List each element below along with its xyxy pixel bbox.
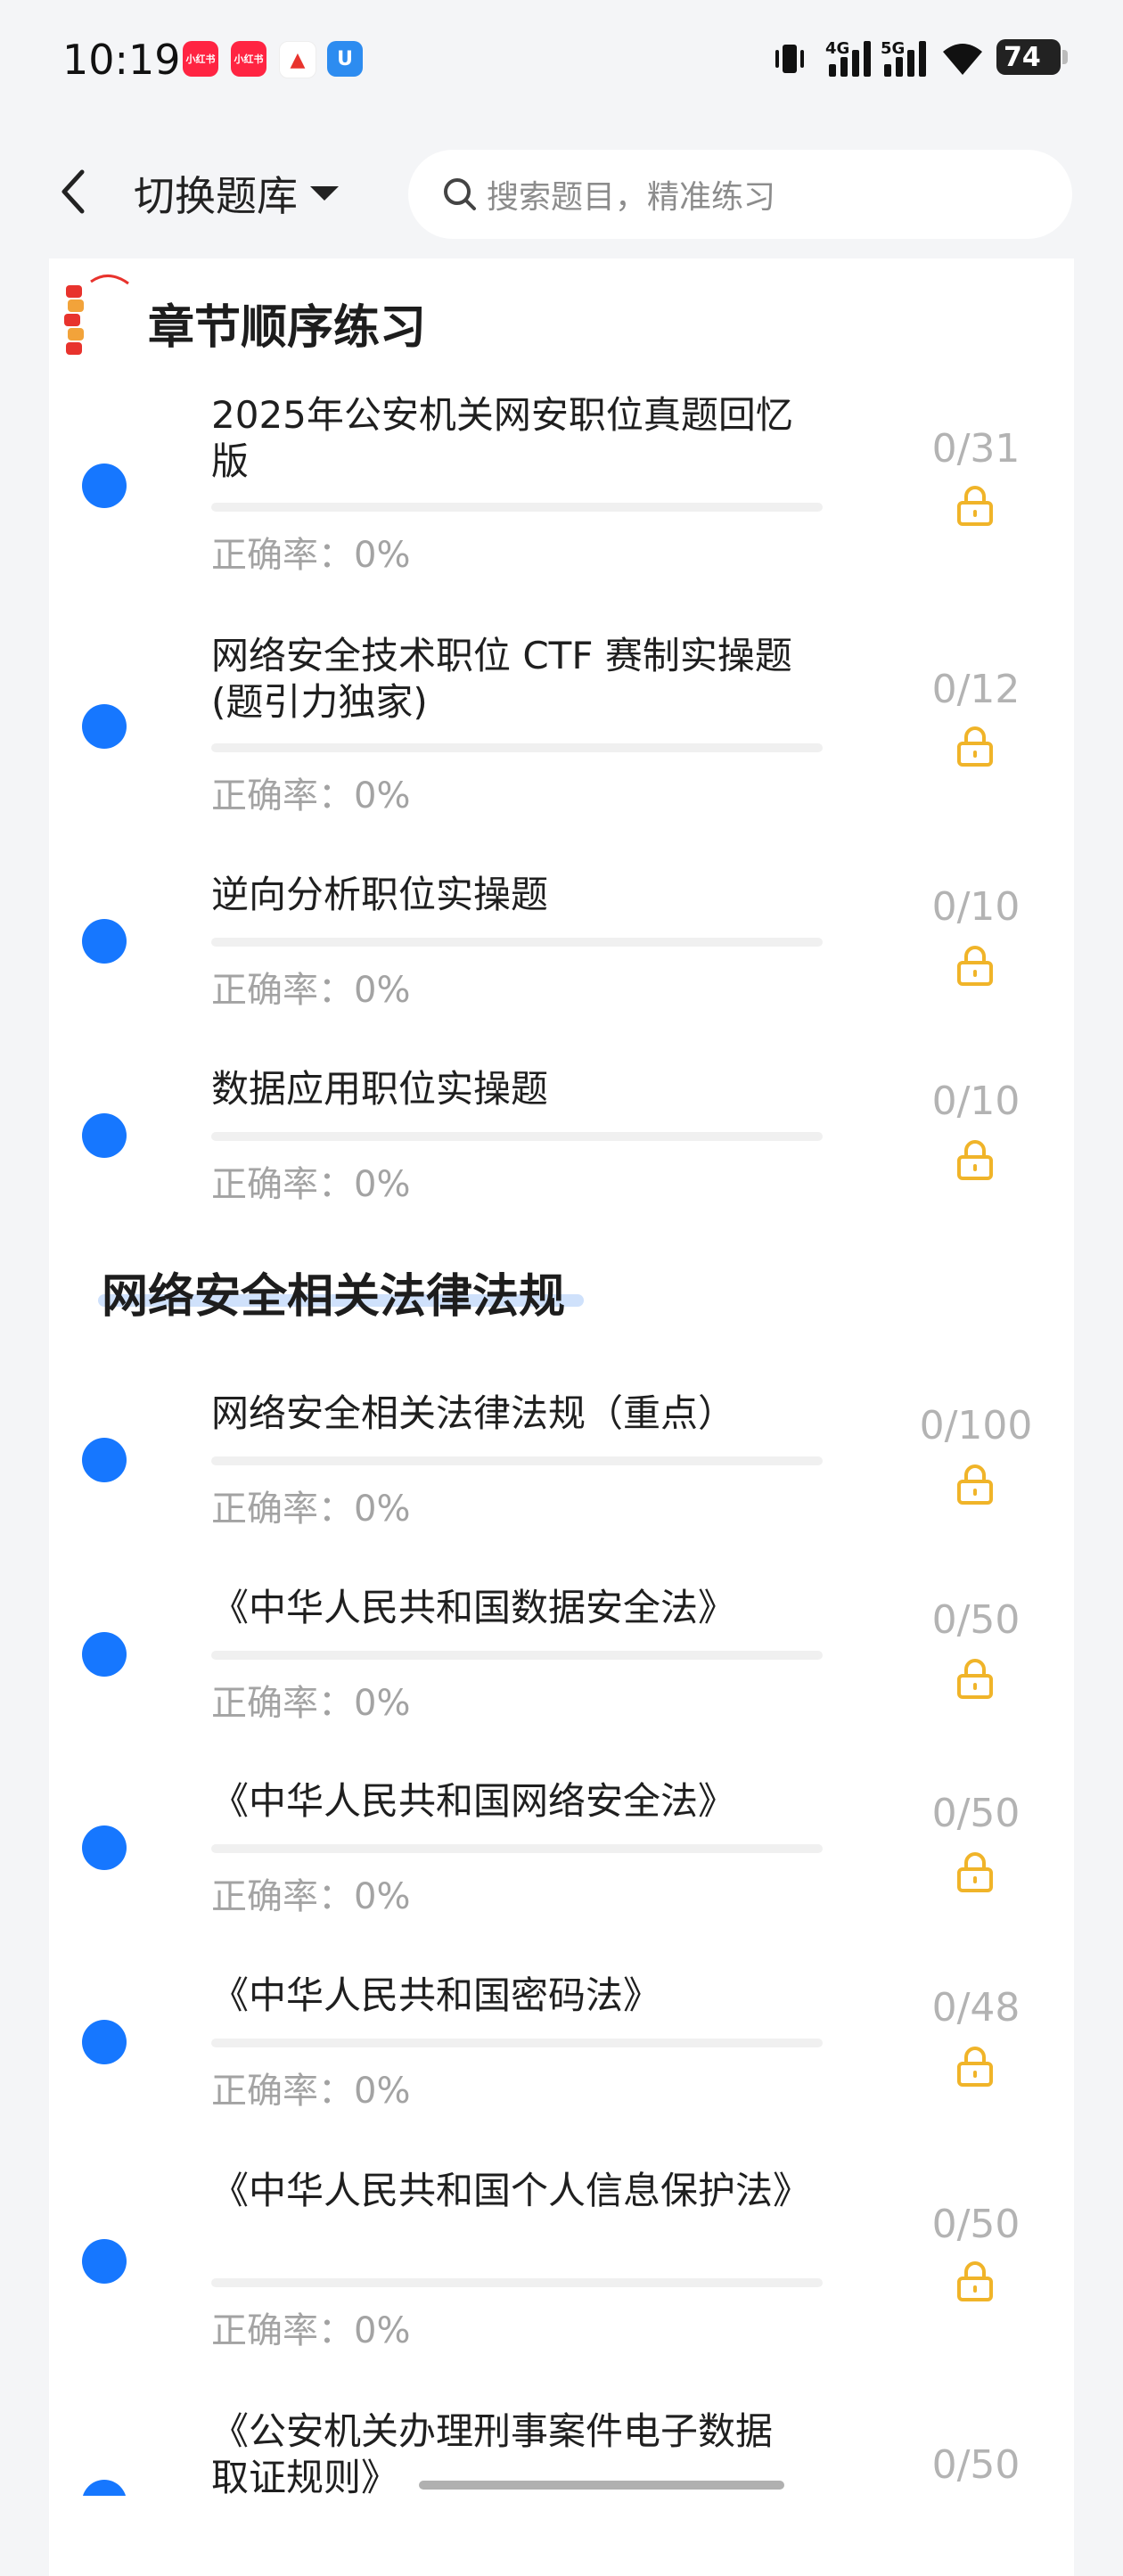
signal-icon <box>829 39 871 77</box>
accuracy-text: 正确率：0% <box>211 1164 411 1205</box>
progress-bar <box>211 1456 823 1465</box>
signal-icon <box>884 39 926 77</box>
accuracy-text: 正确率：0% <box>211 1683 411 1724</box>
progress-count: 0/50 <box>931 1597 1021 1643</box>
clock: 10:19 <box>62 36 181 84</box>
section-title: 网络安全相关法律法规 <box>102 1270 566 1324</box>
item-title: 网络安全相关法律法规（重点） <box>211 1391 736 1435</box>
lock-icon[interactable] <box>955 1851 995 1892</box>
status-dot <box>82 1632 127 1677</box>
app-icon: U <box>327 41 363 77</box>
battery-indicator: 74 <box>996 39 1068 75</box>
back-button[interactable] <box>46 160 100 223</box>
progress-bar <box>211 503 823 512</box>
item-title: 《中华人民共和国密码法》 <box>211 1973 661 2017</box>
item-title: 《中华人民共和国数据安全法》 <box>211 1586 736 1629</box>
lock-icon[interactable] <box>955 1139 995 1180</box>
progress-bar <box>211 2278 823 2287</box>
lock-icon[interactable] <box>955 485 995 526</box>
vibrate-icon <box>770 41 809 77</box>
progress-count: 0/50 <box>931 2442 1021 2488</box>
section-title: 章节顺序练习 <box>148 301 427 355</box>
accuracy-text: 正确率：0% <box>211 1876 411 1917</box>
switch-question-bank-button[interactable]: 切换题库 <box>134 162 339 225</box>
wifi-icon <box>939 39 986 78</box>
progress-bar <box>211 1132 823 1141</box>
accuracy-text: 正确率：0% <box>211 535 411 576</box>
progress-count: 0/10 <box>931 884 1021 930</box>
home-indicator[interactable] <box>419 2481 784 2490</box>
status-dot <box>82 704 127 749</box>
item-title: 《中华人民共和国网络安全法》 <box>211 1779 736 1823</box>
accuracy-text: 正确率：0% <box>211 970 411 1011</box>
lock-icon[interactable] <box>955 726 995 767</box>
lock-icon[interactable] <box>955 2260 995 2301</box>
progress-bar <box>211 743 823 752</box>
search-input[interactable]: 搜索题目，精准练习 <box>408 150 1072 239</box>
app-icon: ▲ <box>279 41 316 78</box>
status-dot <box>82 2480 127 2496</box>
switch-label: 切换题库 <box>134 172 298 220</box>
accuracy-text: 正确率：0% <box>211 775 411 816</box>
top-bar: 切换题库 搜索题目，精准练习 <box>0 125 1123 258</box>
accuracy-text: 正确率：0% <box>211 2310 411 2351</box>
item-title: 逆向分析职位实操题 <box>211 873 549 916</box>
item-title: 2025年公安机关网安职位真题回忆版 <box>211 393 793 483</box>
progress-count: 0/48 <box>931 1985 1021 2030</box>
status-dot <box>82 464 127 508</box>
progress-bar <box>211 2039 823 2047</box>
progress-count: 0/100 <box>919 1403 1033 1448</box>
chevron-left-icon <box>61 169 85 214</box>
status-dot <box>82 1438 127 1482</box>
item-title: 数据应用职位实操题 <box>211 1067 549 1111</box>
lock-icon[interactable] <box>955 1464 995 1505</box>
search-icon <box>440 175 480 214</box>
progress-count: 0/50 <box>931 2202 1021 2247</box>
firecracker-icon <box>55 267 144 365</box>
lock-icon[interactable] <box>955 945 995 986</box>
item-title: 《中华人民共和国个人信息保护法》 <box>211 2169 811 2212</box>
status-dot <box>82 919 127 964</box>
status-dot <box>82 1825 127 1870</box>
progress-bar <box>211 1651 823 1660</box>
caret-down-icon <box>310 186 339 201</box>
item-title: 网络安全技术职位 CTF 赛制实操题(题引力独家) <box>211 634 792 724</box>
progress-bar <box>211 938 823 947</box>
progress-count: 0/10 <box>931 1079 1021 1124</box>
lock-icon[interactable] <box>955 1658 995 1699</box>
xiaohongshu-icon: 小红书 <box>183 41 218 77</box>
status-dot <box>82 2020 127 2064</box>
progress-count: 0/12 <box>931 667 1021 712</box>
accuracy-text: 正确率：0% <box>211 2071 411 2112</box>
status-bar: 10:19 小红书 小红书 ▲ U 4G 5G 74 <box>0 0 1123 125</box>
progress-count: 0/31 <box>931 426 1021 472</box>
search-placeholder: 搜索题目，精准练习 <box>487 179 776 216</box>
lock-icon[interactable] <box>955 2046 995 2087</box>
status-dot <box>82 1113 127 1158</box>
progress-bar <box>211 1844 823 1853</box>
status-dot <box>82 2239 127 2284</box>
accuracy-text: 正确率：0% <box>211 1489 411 1530</box>
progress-count: 0/50 <box>931 1791 1021 1836</box>
xiaohongshu-icon: 小红书 <box>231 41 266 77</box>
